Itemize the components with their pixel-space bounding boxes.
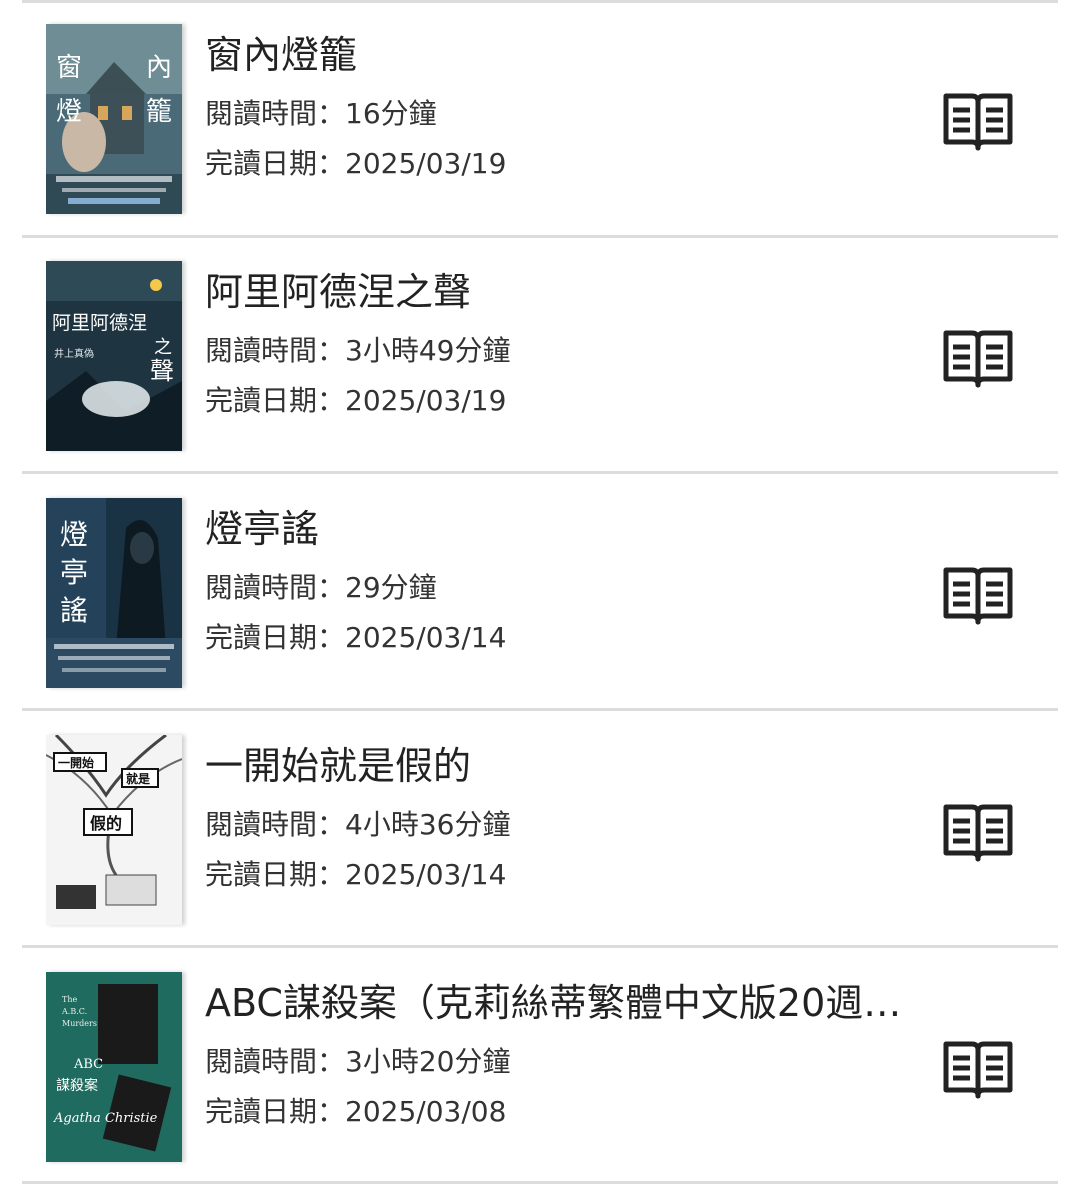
book-cover[interactable]: The A.B.C. Murders ABC 謀殺案 Agatha Christ…: [46, 972, 182, 1162]
svg-text:籠: 籠: [146, 97, 172, 127]
finished-books-list: 窗 內 燈 籠 窗內燈籠 閱讀時間：16分鐘 完讀日期：2025/03/19 阿…: [0, 0, 1080, 1184]
book-title[interactable]: 窗內燈籠: [205, 30, 905, 80]
finish-date: 完讀日期：2025/03/14: [205, 621, 507, 654]
read-time: 閱讀時間：3小時20分鐘: [205, 1045, 511, 1078]
open-book-button[interactable]: [938, 1040, 1018, 1100]
svg-text:謀殺案: 謀殺案: [56, 1077, 98, 1094]
book-cover[interactable]: 一開始 就是 假的: [46, 735, 182, 925]
book-title[interactable]: 燈亭謠: [205, 504, 905, 554]
book-cover[interactable]: 阿里阿德涅 之 聲 井上真偽: [46, 261, 182, 451]
svg-text:聲: 聲: [150, 357, 174, 385]
book-title[interactable]: 一開始就是假的: [205, 741, 905, 791]
cover-title-char: 窗: [56, 53, 82, 83]
book-title[interactable]: 阿里阿德涅之聲: [205, 267, 905, 317]
svg-text:Agatha Christie: Agatha Christie: [53, 1111, 158, 1126]
book-row[interactable]: 燈 亭 謠 燈亭謠 閱讀時間：29分鐘 完讀日期：2025/03/14: [0, 474, 1080, 710]
svg-text:The: The: [62, 995, 77, 1004]
open-book-button[interactable]: [938, 803, 1018, 863]
finish-date: 完讀日期：2025/03/19: [205, 384, 507, 417]
svg-text:A.B.C.: A.B.C.: [61, 1007, 87, 1016]
book-cover[interactable]: 燈 亭 謠: [46, 498, 182, 688]
svg-text:就是: 就是: [126, 771, 151, 786]
svg-text:阿里阿德涅: 阿里阿德涅: [52, 312, 147, 334]
open-book-icon: [943, 330, 1013, 388]
svg-text:Murders: Murders: [62, 1019, 97, 1028]
read-time: 閱讀時間：4小時36分鐘: [205, 808, 511, 841]
open-book-icon: [943, 567, 1013, 625]
open-book-button[interactable]: [938, 92, 1018, 152]
open-book-button[interactable]: [938, 566, 1018, 626]
book-row[interactable]: 窗 內 燈 籠 窗內燈籠 閱讀時間：16分鐘 完讀日期：2025/03/19: [0, 0, 1080, 236]
open-book-icon: [943, 93, 1013, 151]
svg-text:井上真偽: 井上真偽: [54, 347, 94, 360]
svg-text:燈: 燈: [56, 97, 82, 127]
read-time: 閱讀時間：16分鐘: [205, 97, 437, 130]
svg-text:ABC: ABC: [73, 1057, 103, 1072]
finish-date: 完讀日期：2025/03/19: [205, 147, 507, 180]
svg-text:之: 之: [154, 337, 172, 358]
read-time: 閱讀時間：29分鐘: [205, 571, 437, 604]
svg-text:亭: 亭: [60, 556, 88, 589]
finish-date: 完讀日期：2025/03/14: [205, 858, 507, 891]
book-row[interactable]: 一開始 就是 假的 一開始就是假的 閱讀時間：4小時36分鐘 完讀日期：2025…: [0, 711, 1080, 947]
open-book-icon: [943, 1041, 1013, 1099]
open-book-button[interactable]: [938, 329, 1018, 389]
read-time: 閱讀時間：3小時49分鐘: [205, 334, 511, 367]
svg-text:內: 內: [146, 53, 172, 83]
svg-text:謠: 謠: [60, 594, 88, 627]
finish-date: 完讀日期：2025/03/08: [205, 1095, 507, 1128]
svg-text:燈: 燈: [60, 518, 88, 551]
svg-text:一開始: 一開始: [58, 755, 94, 770]
book-title[interactable]: ABC謀殺案（克莉絲蒂繁體中文版20週…: [205, 978, 905, 1028]
book-cover[interactable]: 窗 內 燈 籠: [46, 24, 182, 214]
open-book-icon: [943, 804, 1013, 862]
book-row[interactable]: 阿里阿德涅 之 聲 井上真偽 阿里阿德涅之聲 閱讀時間：3小時49分鐘 完讀日期…: [0, 237, 1080, 473]
book-row[interactable]: The A.B.C. Murders ABC 謀殺案 Agatha Christ…: [0, 948, 1080, 1184]
svg-text:假的: 假的: [90, 814, 122, 833]
